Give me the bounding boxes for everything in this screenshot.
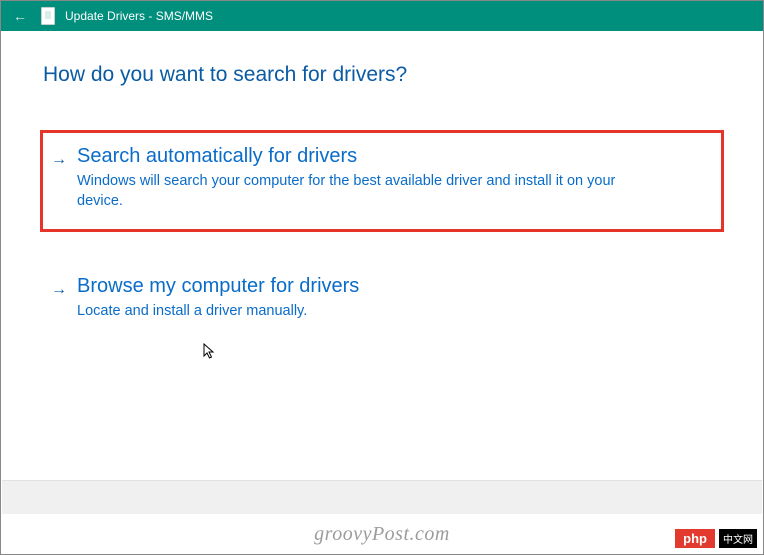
option-title: Search automatically for drivers [77, 145, 711, 168]
option-description: Windows will search your computer for th… [77, 172, 637, 211]
device-icon [41, 7, 55, 25]
php-cn-label: 中文网 [719, 529, 757, 548]
options-list: → Search automatically for drivers Windo… [43, 133, 721, 340]
option-title: Browse my computer for drivers [77, 275, 711, 298]
option-description: Locate and install a driver manually. [77, 302, 637, 322]
arrow-right-icon: → [51, 145, 67, 171]
option-search-automatically[interactable]: → Search automatically for drivers Windo… [43, 133, 721, 229]
option-browse-computer[interactable]: → Browse my computer for drivers Locate … [43, 263, 721, 340]
titlebar: ← Update Drivers - SMS/MMS [1, 1, 763, 31]
arrow-right-icon: → [51, 275, 67, 301]
dialog-footer [2, 480, 762, 514]
cursor-icon [203, 343, 217, 366]
page-heading: How do you want to search for drivers? [43, 63, 721, 87]
back-arrow-icon[interactable]: ← [9, 8, 31, 24]
window-title: Update Drivers - SMS/MMS [65, 9, 213, 23]
php-logo: php [675, 529, 715, 548]
watermark-text: groovyPost.com [1, 523, 763, 546]
php-badge: php 中文网 [675, 529, 757, 548]
dialog-content: How do you want to search for drivers? →… [1, 31, 763, 340]
